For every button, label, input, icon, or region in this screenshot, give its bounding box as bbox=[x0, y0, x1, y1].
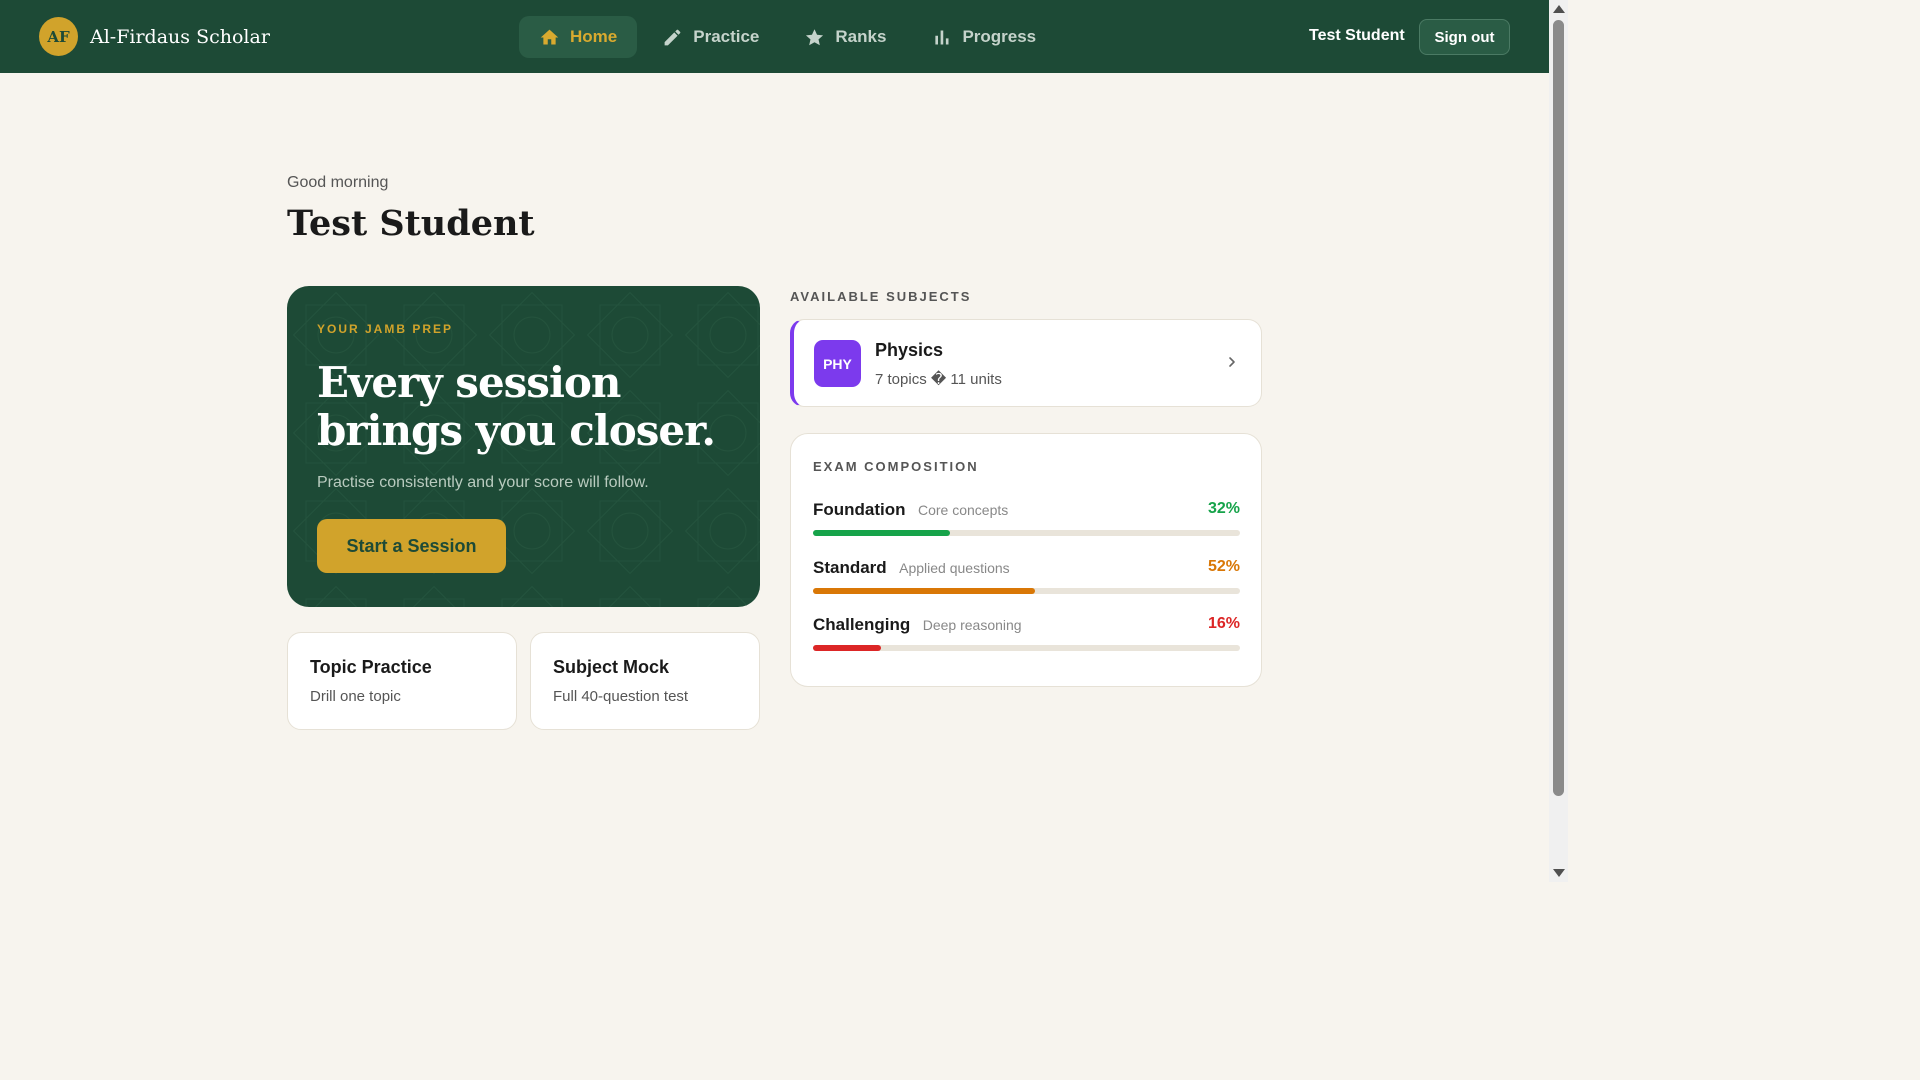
top-nav-bar: AF Al-Firdaus Scholar Home Practice Rank… bbox=[0, 0, 1549, 73]
hero-card: YOUR JAMB PREP Every session brings you … bbox=[287, 286, 760, 607]
page-scrollbar[interactable] bbox=[1549, 0, 1568, 882]
progress-fill bbox=[813, 530, 950, 536]
bar-chart-icon bbox=[935, 30, 949, 44]
star-icon bbox=[806, 28, 824, 45]
greeting-salutation: Good morning bbox=[287, 174, 389, 191]
main-nav: Home Practice Ranks Progress bbox=[519, 16, 1061, 58]
exam-composition-title: EXAM COMPOSITION bbox=[813, 459, 979, 474]
nav-item-label: Practice bbox=[693, 27, 760, 46]
chevron-right-icon bbox=[1229, 357, 1235, 367]
progress-track bbox=[813, 588, 1240, 594]
level-percentage: 16% bbox=[1207, 615, 1240, 632]
home-icon bbox=[540, 29, 559, 44]
subjects-section-label: AVAILABLE SUBJECTS bbox=[790, 289, 972, 304]
brand-logo: AF bbox=[39, 17, 78, 56]
start-session-button[interactable]: Start a Session bbox=[317, 519, 506, 573]
level-description: Deep reasoning bbox=[922, 617, 1022, 633]
subject-mock-card[interactable]: Subject Mock Full 40-question test bbox=[530, 632, 760, 730]
nav-item-label: Home bbox=[570, 27, 618, 46]
progress-track bbox=[813, 530, 1240, 536]
nav-item-ranks[interactable]: Ranks bbox=[784, 16, 906, 58]
hero-eyebrow: YOUR JAMB PREP bbox=[317, 322, 454, 336]
composition-row-foundation: Foundation Core concepts 32% bbox=[813, 500, 1240, 536]
nav-item-label: Ranks bbox=[835, 27, 887, 46]
brand-name: Al-Firdaus Scholar bbox=[90, 25, 270, 48]
nav-item-home[interactable]: Home bbox=[519, 16, 638, 58]
progress-track bbox=[813, 645, 1240, 651]
card-subtitle: Drill one topic bbox=[310, 688, 401, 705]
level-name: Standard bbox=[813, 558, 887, 577]
subject-badge: PHY bbox=[814, 340, 861, 387]
nav-item-label: Progress bbox=[962, 27, 1037, 46]
scroll-thumb[interactable] bbox=[1553, 20, 1564, 796]
sign-out-button[interactable]: Sign out bbox=[1419, 19, 1510, 55]
subject-card-physics[interactable]: PHY Physics 7 topics � 11 units bbox=[790, 319, 1262, 407]
exam-composition-card: EXAM COMPOSITION Foundation Core concept… bbox=[790, 433, 1262, 687]
scroll-down-arrow-icon[interactable] bbox=[1553, 869, 1565, 877]
hero-heading: Every session brings you closer. bbox=[317, 358, 716, 455]
subject-name: Physics bbox=[875, 340, 944, 360]
progress-fill bbox=[813, 645, 882, 651]
card-subtitle: Full 40-question test bbox=[553, 688, 689, 705]
level-description: Core concepts bbox=[917, 502, 1009, 518]
card-title: Topic Practice bbox=[310, 657, 432, 677]
level-description: Applied questions bbox=[899, 560, 1010, 576]
level-name: Challenging bbox=[813, 615, 911, 634]
scroll-up-arrow-icon[interactable] bbox=[1553, 5, 1565, 13]
nav-item-practice[interactable]: Practice bbox=[642, 16, 779, 58]
level-name: Foundation bbox=[813, 500, 906, 519]
progress-fill bbox=[813, 588, 1036, 594]
level-percentage: 52% bbox=[1207, 558, 1240, 575]
pencil-icon bbox=[664, 29, 681, 45]
subject-meta: 7 topics � 11 units bbox=[875, 371, 1002, 388]
hero-subtext: Practise consistently and your score wil… bbox=[317, 474, 649, 491]
nav-item-progress[interactable]: Progress bbox=[911, 16, 1056, 58]
level-percentage: 32% bbox=[1207, 500, 1240, 517]
composition-row-challenging: Challenging Deep reasoning 16% bbox=[813, 615, 1240, 651]
card-title: Subject Mock bbox=[553, 657, 670, 677]
composition-row-standard: Standard Applied questions 52% bbox=[813, 558, 1240, 594]
user-name: Test Student bbox=[1309, 27, 1405, 44]
topic-practice-card[interactable]: Topic Practice Drill one topic bbox=[287, 632, 517, 730]
brand[interactable]: AF Al-Firdaus Scholar bbox=[39, 17, 270, 56]
page-title: Test Student bbox=[287, 203, 535, 244]
